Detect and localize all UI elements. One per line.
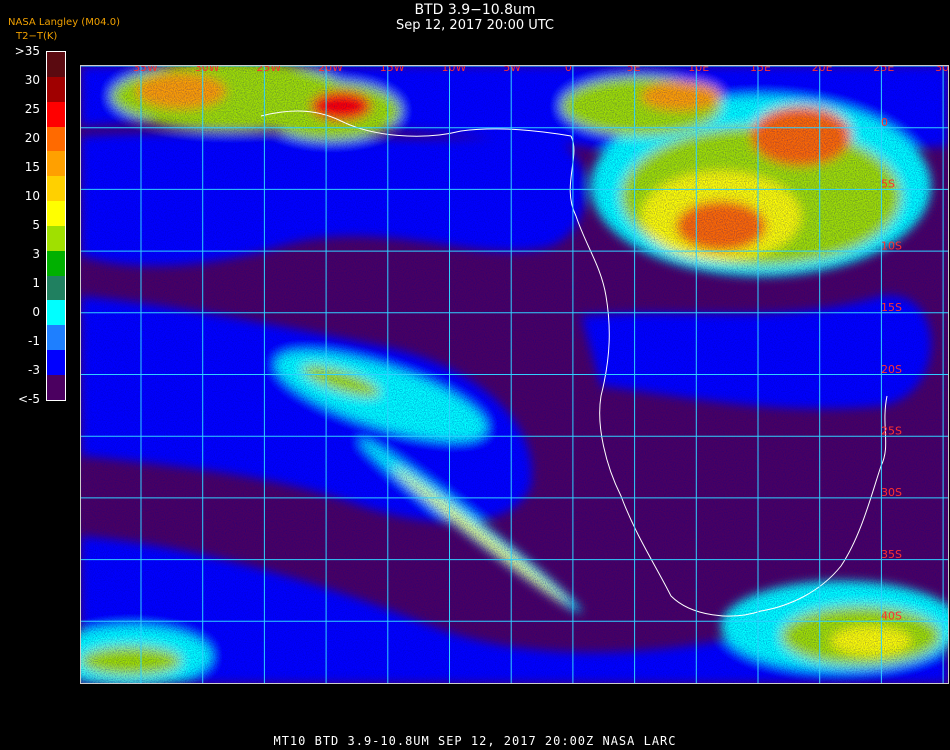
color-scale-swatch <box>47 300 65 326</box>
color-scale-label: 5 <box>32 218 40 232</box>
color-scale-swatch <box>47 201 65 226</box>
color-scale-label: 10 <box>24 189 40 203</box>
color-scale-label: 3 <box>32 247 40 261</box>
longitude-label: 20W <box>318 66 343 74</box>
color-scale-swatch <box>47 126 65 152</box>
longitude-label: 20E <box>812 66 833 74</box>
longitude-label: 35W <box>133 66 158 74</box>
color-scale-swatch <box>47 52 65 77</box>
color-scale-label: <-5 <box>17 392 40 406</box>
color-scale-label: -1 <box>28 334 40 348</box>
color-scale-swatch <box>47 374 65 400</box>
longitude-label: 15E <box>750 66 771 74</box>
color-scale-swatch <box>47 325 65 351</box>
color-scale-swatch <box>47 76 65 102</box>
color-scale-label: 25 <box>24 102 40 116</box>
color-scale-label: 15 <box>24 160 40 174</box>
color-scale-label: 20 <box>24 131 40 145</box>
color-scale-bar <box>46 51 66 401</box>
longitude-label: 0 <box>565 66 572 74</box>
color-scale-swatch <box>47 250 65 276</box>
footer-caption: MT10 BTD 3.9-10.8UM SEP 12, 2017 20:00Z … <box>273 734 677 748</box>
color-scale-label: 30 <box>24 73 40 87</box>
latitude-label: 40S <box>881 610 902 623</box>
image-title: BTD 3.9−10.8um <box>414 2 536 18</box>
color-scale-label: -3 <box>28 363 40 377</box>
color-scale-label: 0 <box>32 305 40 319</box>
color-scale-label: >35 <box>14 44 40 58</box>
color-scale-swatch <box>47 101 65 127</box>
latitude-label: 20S <box>881 363 902 376</box>
longitude-label: 25W <box>256 66 281 74</box>
longitude-label: 25E <box>873 66 894 74</box>
credit-label: NASA Langley (M04.0) T2−T(K) <box>8 16 120 44</box>
color-scale-swatch <box>47 151 65 177</box>
latitude-label: 5S <box>881 178 895 191</box>
longitude-label: 10W <box>442 66 467 74</box>
latitude-label: 25S <box>881 425 902 438</box>
latitude-label: 30S <box>881 486 902 499</box>
longitude-label: 5W <box>503 66 521 74</box>
image-timestamp: Sep 12, 2017 20:00 UTC <box>395 18 555 33</box>
color-scale-swatch <box>47 275 65 301</box>
longitude-label: 15W <box>380 66 405 74</box>
longitude-label: 30W <box>195 66 220 74</box>
credit-line-1: NASA Langley (M04.0) <box>8 17 120 28</box>
color-scale-label: 1 <box>32 276 40 290</box>
color-scale-swatch <box>47 350 65 375</box>
longitude-label: 30E <box>935 66 948 74</box>
map-image: 35W 30W 25W 20W 15W 10W 5W 0 5E 10E 15E 20E 25E 30E 35… <box>81 66 948 683</box>
latitude-label: 0 <box>881 116 888 129</box>
latitude-label: 15S <box>881 301 902 314</box>
color-scale-swatch <box>47 225 65 251</box>
credit-line-2: T2−T(K) <box>16 31 58 42</box>
latitude-label: 35S <box>881 548 902 561</box>
longitude-label: 10E <box>688 66 709 74</box>
color-scale-swatch <box>47 176 65 202</box>
satellite-map: 35W 30W 25W 20W 15W 10W 5W 0 5E 10E 15E 20E 25E 30E 35… <box>80 65 949 684</box>
longitude-label: 5E <box>627 66 641 74</box>
latitude-label: 10S <box>881 239 902 252</box>
